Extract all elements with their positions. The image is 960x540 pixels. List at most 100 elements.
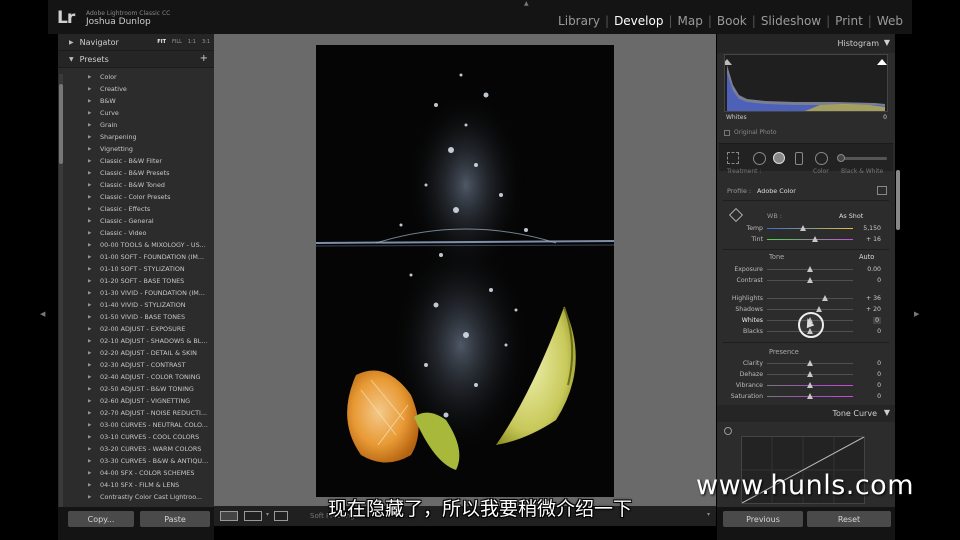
crop-overlay-icon[interactable] bbox=[727, 152, 739, 164]
wb-dropdown[interactable]: As Shot bbox=[839, 212, 863, 220]
folder-expand-icon[interactable]: ▶ bbox=[88, 387, 100, 392]
folder-expand-icon[interactable]: ▶ bbox=[88, 183, 100, 188]
top-panel-toggle-icon[interactable]: ▲ bbox=[524, 0, 529, 7]
exposure-slider[interactable]: Exposure 0.00 bbox=[719, 264, 893, 275]
preset-folder[interactable]: ▶ 01-30 VIVID - FOUNDATION (IM... bbox=[58, 287, 214, 299]
dehaze-slider[interactable]: Dehaze 0 bbox=[719, 369, 893, 380]
folder-expand-icon[interactable]: ▶ bbox=[88, 123, 100, 128]
vibrance-slider[interactable]: Vibrance 0 bbox=[719, 380, 893, 391]
preset-folder[interactable]: ▶ Classic - B&W Filter bbox=[58, 155, 214, 167]
preset-folder[interactable]: ▶ 03-00 CURVES - NEUTRAL COLO... bbox=[58, 419, 214, 431]
folder-expand-icon[interactable]: ▶ bbox=[88, 291, 100, 296]
auto-tone-button[interactable]: Auto bbox=[859, 253, 874, 261]
preset-folder[interactable]: ▶ 00-00 TOOLS & MIXOLOGY - US... bbox=[58, 239, 214, 251]
preset-folder[interactable]: ▶ Classic - B&W Toned bbox=[58, 179, 214, 191]
preset-folder[interactable]: ▶ Classic - Video bbox=[58, 227, 214, 239]
scroll-thumb[interactable] bbox=[59, 84, 63, 164]
folder-expand-icon[interactable]: ▶ bbox=[88, 171, 100, 176]
preset-folder[interactable]: ▶ 02-30 ADJUST - CONTRAST bbox=[58, 359, 214, 371]
saturation-knob[interactable] bbox=[807, 393, 813, 399]
clarity-slider[interactable]: Clarity 0 bbox=[719, 358, 893, 369]
folder-expand-icon[interactable]: ▶ bbox=[88, 471, 100, 476]
folder-expand-icon[interactable]: ▶ bbox=[88, 351, 100, 356]
preset-folder[interactable]: ▶ Color bbox=[58, 71, 214, 83]
highlights-knob[interactable] bbox=[822, 295, 829, 301]
preset-folder[interactable]: ▶ 04-00 SFX - COLOR SCHEMES bbox=[58, 467, 214, 479]
zoom-1-1[interactable]: 1:1 bbox=[188, 39, 196, 45]
folder-expand-icon[interactable]: ▶ bbox=[88, 243, 100, 248]
treatment-color[interactable]: Color bbox=[813, 168, 829, 175]
preset-folder[interactable]: ▶ Vignetting bbox=[58, 143, 214, 155]
preset-folder[interactable]: ▶ 02-50 ADJUST - B&W TONING bbox=[58, 383, 214, 395]
folder-expand-icon[interactable]: ▶ bbox=[88, 483, 100, 488]
folder-expand-icon[interactable]: ▶ bbox=[88, 327, 100, 332]
folder-expand-icon[interactable]: ▶ bbox=[88, 435, 100, 440]
tone-curve-header[interactable]: Tone Curve ▼ bbox=[717, 405, 895, 422]
preset-folder[interactable]: ▶ 02-70 ADJUST - NOISE REDUCTI... bbox=[58, 407, 214, 419]
preset-folder[interactable]: ▶ 03-10 CURVES - COOL COLORS bbox=[58, 431, 214, 443]
zoom-fit[interactable]: FIT bbox=[157, 39, 166, 45]
right-scrollbar[interactable] bbox=[896, 170, 900, 230]
module-slideshow[interactable]: Slideshow bbox=[758, 14, 824, 28]
folder-expand-icon[interactable]: ▶ bbox=[88, 219, 100, 224]
folder-expand-icon[interactable]: ▶ bbox=[88, 195, 100, 200]
preset-folder[interactable]: ▶ 01-40 VIVID - STYLIZATION bbox=[58, 299, 214, 311]
folder-expand-icon[interactable]: ▶ bbox=[88, 111, 100, 116]
spot-removal-icon[interactable] bbox=[753, 152, 766, 165]
folder-expand-icon[interactable]: ▶ bbox=[88, 447, 100, 452]
contrast-knob[interactable] bbox=[807, 277, 813, 283]
dehaze-knob[interactable] bbox=[807, 371, 813, 377]
right-panel-toggle-icon[interactable]: ▶ bbox=[914, 310, 919, 318]
red-eye-icon[interactable] bbox=[773, 152, 785, 164]
preset-folder[interactable]: ▶ Grain bbox=[58, 119, 214, 131]
tint-knob[interactable] bbox=[812, 236, 819, 242]
histogram-header[interactable]: Histogram ▼ bbox=[717, 34, 895, 53]
preset-folder[interactable]: ▶ 01-10 SOFT - STYLIZATION bbox=[58, 263, 214, 275]
folder-expand-icon[interactable]: ▶ bbox=[88, 147, 100, 152]
image-view[interactable] bbox=[214, 34, 716, 506]
folder-expand-icon[interactable]: ▶ bbox=[88, 399, 100, 404]
preset-folder[interactable]: ▶ 03-30 CURVES - B&W & ANTIQU... bbox=[58, 455, 214, 467]
histogram-graph[interactable] bbox=[722, 54, 888, 112]
checkbox-icon[interactable] bbox=[724, 129, 730, 136]
folder-expand-icon[interactable]: ▶ bbox=[88, 135, 100, 140]
folder-expand-icon[interactable]: ▶ bbox=[88, 303, 100, 308]
temp-knob[interactable] bbox=[800, 225, 807, 231]
profile-dropdown[interactable]: Adobe Color bbox=[757, 187, 796, 195]
preset-folder[interactable]: ▶ Creative bbox=[58, 83, 214, 95]
module-book[interactable]: Book bbox=[714, 14, 750, 28]
original-photo-toggle[interactable]: Original Photo bbox=[724, 129, 777, 136]
preset-folder[interactable]: ▶ 01-00 SOFT - FOUNDATION (IM... bbox=[58, 251, 214, 263]
module-map[interactable]: Map bbox=[675, 14, 706, 28]
photo-preview[interactable] bbox=[316, 45, 614, 497]
vibrance-knob[interactable] bbox=[807, 382, 813, 388]
preset-folder[interactable]: ▶ Sharpening bbox=[58, 131, 214, 143]
folder-expand-icon[interactable]: ▶ bbox=[88, 75, 100, 80]
folder-expand-icon[interactable]: ▶ bbox=[88, 99, 100, 104]
saturation-slider[interactable]: Saturation 0 bbox=[719, 391, 893, 402]
preset-folder[interactable]: ▶ Classic - General bbox=[58, 215, 214, 227]
folder-expand-icon[interactable]: ▶ bbox=[88, 423, 100, 428]
targeted-adjustment-icon[interactable] bbox=[724, 427, 732, 435]
left-panel-toggle-icon[interactable]: ◀ bbox=[40, 310, 45, 318]
preset-folder[interactable]: ▶ B&W bbox=[58, 95, 214, 107]
contrast-slider[interactable]: Contrast 0 bbox=[719, 275, 893, 286]
module-library[interactable]: Library bbox=[555, 14, 603, 28]
add-preset-icon[interactable]: + bbox=[200, 53, 208, 64]
preset-folder[interactable]: ▶ 02-40 ADJUST - COLOR TONING bbox=[58, 371, 214, 383]
folder-expand-icon[interactable]: ▶ bbox=[88, 459, 100, 464]
preset-folder[interactable]: ▶ Classic - Effects bbox=[58, 203, 214, 215]
preset-folder[interactable]: ▶ 02-20 ADJUST - DETAIL & SKIN bbox=[58, 347, 214, 359]
folder-expand-icon[interactable]: ▶ bbox=[88, 255, 100, 260]
radial-filter-icon[interactable] bbox=[815, 152, 828, 165]
zoom-3-1[interactable]: 3:1 bbox=[202, 39, 210, 45]
preset-folder[interactable]: ▶ Classic - Color Presets bbox=[58, 191, 214, 203]
folder-expand-icon[interactable]: ▶ bbox=[88, 411, 100, 416]
preset-folder[interactable]: ▶ Classic - B&W Presets bbox=[58, 167, 214, 179]
folder-expand-icon[interactable]: ▶ bbox=[88, 315, 100, 320]
left-scrollbar[interactable] bbox=[59, 74, 63, 514]
folder-expand-icon[interactable]: ▶ bbox=[88, 339, 100, 344]
clarity-knob[interactable] bbox=[807, 360, 813, 366]
highlights-slider[interactable]: Highlights + 36 bbox=[719, 293, 893, 304]
zoom-fill[interactable]: FILL bbox=[172, 39, 182, 45]
